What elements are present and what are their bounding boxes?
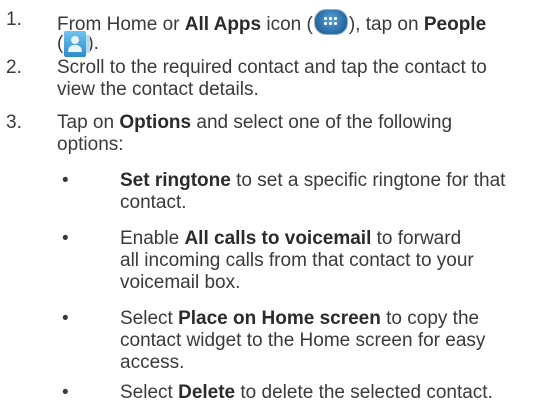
- option-home-screen: Select Place on Home screen to copy the: [120, 308, 480, 329]
- bullet: •: [62, 228, 69, 249]
- step-number: 2.: [6, 57, 22, 78]
- step-1-line-2: ().: [57, 31, 99, 57]
- step-1-line-1: From Home or All Apps icon (), tap on Pe…: [57, 9, 486, 36]
- option-home-screen-line-3: access.: [120, 352, 185, 373]
- option-delete: Select Delete to delete the selected con…: [120, 382, 493, 403]
- step-number: 3.: [6, 112, 22, 133]
- bullet: •: [62, 170, 69, 191]
- step-3-line-2: options:: [57, 134, 124, 155]
- option-voicemail-line-2: all incoming calls from that contact to …: [120, 250, 474, 271]
- step-number: 1.: [6, 9, 22, 30]
- step-2-line-2: view the contact details.: [57, 79, 259, 100]
- bullet: •: [62, 382, 69, 403]
- bullet: •: [62, 308, 69, 329]
- option-set-ringtone-line-2: contact.: [120, 192, 187, 213]
- option-voicemail-line-3: voicemail box.: [120, 272, 241, 293]
- all-apps-icon: [313, 9, 348, 35]
- option-home-screen-line-2: contact widget to the Home screen for ea…: [120, 330, 486, 351]
- people-icon: [64, 31, 91, 57]
- step-2-line-1: Scroll to the required contact and tap t…: [57, 57, 487, 78]
- step-3-line-1: Tap on Options and select one of the fol…: [57, 112, 453, 133]
- option-voicemail: Enable All calls to voicemail to forward: [120, 228, 462, 249]
- option-set-ringtone: Set ringtone to set a specific ringtone …: [120, 170, 506, 191]
